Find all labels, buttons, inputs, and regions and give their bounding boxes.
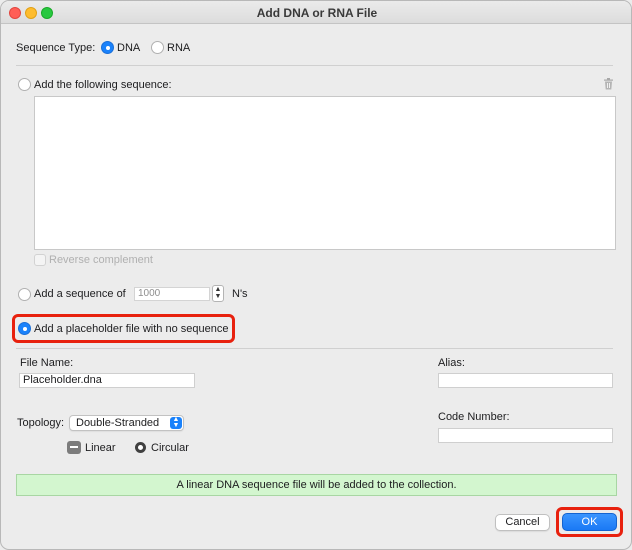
alias-field[interactable] bbox=[438, 373, 613, 388]
code-number-field[interactable] bbox=[438, 428, 613, 443]
placeholder-label[interactable]: Add a placeholder file with no sequence bbox=[34, 323, 228, 335]
trash-icon[interactable] bbox=[603, 78, 614, 90]
sequence-textarea[interactable] bbox=[34, 96, 616, 250]
file-name-field[interactable]: Placeholder.dna bbox=[19, 373, 195, 388]
window-title: Add DNA or RNA File bbox=[256, 6, 378, 20]
add-sequence-label[interactable]: Add the following sequence: bbox=[34, 79, 172, 91]
file-name-label: File Name: bbox=[20, 357, 74, 369]
chevron-updown-icon: ▲ ▼ bbox=[170, 416, 182, 429]
circular-topology-button[interactable] bbox=[135, 442, 146, 453]
ns-suffix-label: N's bbox=[232, 288, 248, 300]
ns-count-field[interactable]: 1000 bbox=[134, 287, 210, 301]
reverse-complement-checkbox[interactable] bbox=[34, 254, 46, 266]
reverse-complement-label: Reverse complement bbox=[49, 254, 153, 266]
add-ns-radio[interactable] bbox=[18, 288, 31, 301]
ns-count-stepper[interactable]: ▲ ▼ bbox=[212, 285, 224, 302]
topology-label: Topology: bbox=[17, 417, 65, 429]
add-sequence-radio[interactable] bbox=[18, 78, 31, 91]
topology-popup[interactable]: Double-Stranded ▲ ▼ bbox=[69, 415, 184, 431]
linear-label[interactable]: Linear bbox=[85, 442, 116, 454]
rna-radio-label[interactable]: RNA bbox=[167, 42, 190, 54]
ok-button[interactable]: OK bbox=[562, 513, 617, 531]
add-dna-rna-dialog: Add DNA or RNA File Sequence Type: DNA R… bbox=[0, 0, 632, 550]
title-bar: Add DNA or RNA File bbox=[1, 1, 631, 24]
separator bbox=[16, 65, 613, 66]
circular-label[interactable]: Circular bbox=[151, 442, 189, 454]
rna-radio[interactable] bbox=[151, 41, 164, 54]
dna-radio[interactable] bbox=[101, 41, 114, 54]
linear-topology-button[interactable] bbox=[67, 441, 81, 454]
placeholder-radio[interactable] bbox=[18, 322, 31, 335]
cancel-button[interactable]: Cancel bbox=[495, 514, 550, 531]
add-ns-label[interactable]: Add a sequence of bbox=[34, 288, 126, 300]
alias-label: Alias: bbox=[438, 357, 465, 369]
info-message: A linear DNA sequence file will be added… bbox=[16, 474, 617, 496]
dna-radio-label[interactable]: DNA bbox=[117, 42, 140, 54]
topology-popup-value: Double-Stranded bbox=[76, 417, 160, 429]
separator bbox=[16, 348, 613, 349]
sequence-type-label: Sequence Type: bbox=[16, 42, 96, 54]
code-number-label: Code Number: bbox=[438, 411, 510, 423]
